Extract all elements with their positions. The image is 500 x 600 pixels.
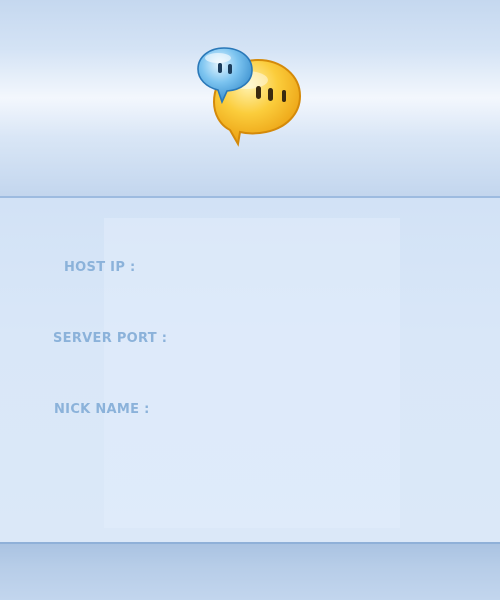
footer-bar [0,542,500,600]
server-port-label: SERVER PORT : [53,331,168,346]
form-panel [104,218,400,528]
host-ip-label: HOST IP : [64,260,136,275]
login-window: HOST IP : SERVER PORT : NICK NAME : [0,0,500,600]
nick-name-label: NICK NAME : [54,402,150,417]
header-banner [0,0,500,198]
chat-bubbles-icon [197,47,302,147]
connection-form: HOST IP : SERVER PORT : NICK NAME : [0,198,500,542]
